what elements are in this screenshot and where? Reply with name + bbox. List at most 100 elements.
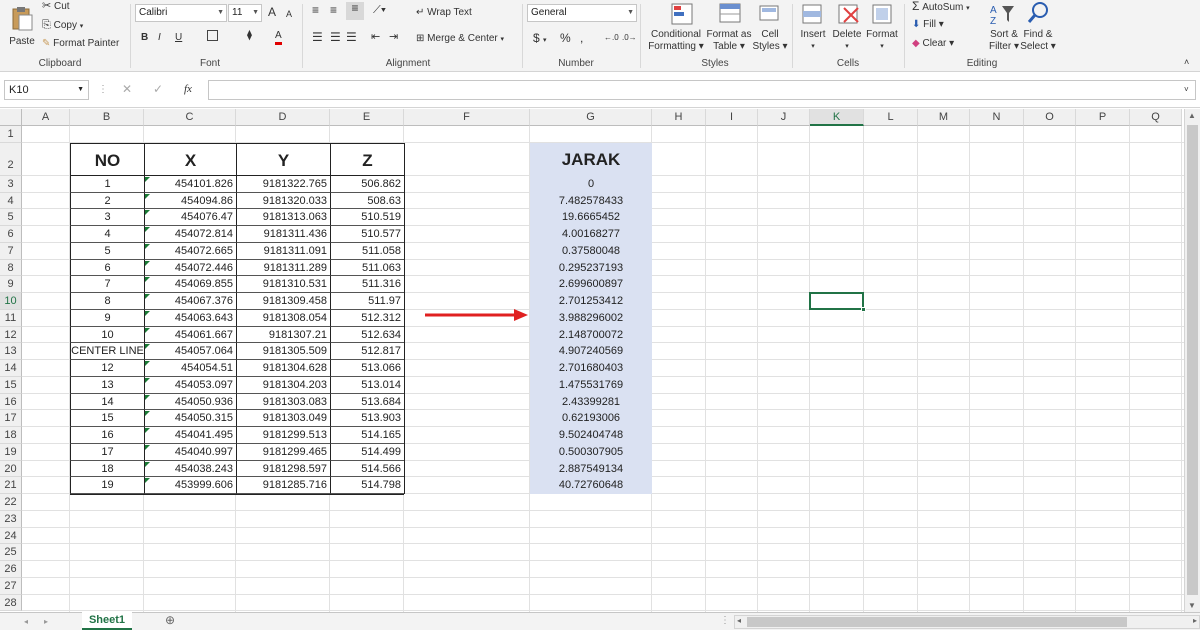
- column-header-k[interactable]: K: [810, 109, 864, 126]
- table-cell-x[interactable]: 454069.855: [144, 276, 236, 293]
- select-all-button[interactable]: [0, 109, 22, 126]
- row-header-6[interactable]: 6: [0, 226, 22, 243]
- table-cell-y[interactable]: 9181299.465: [236, 443, 330, 461]
- row-header-23[interactable]: 23: [0, 510, 22, 528]
- table-cell-y[interactable]: 9181310.531: [236, 276, 330, 293]
- jarak-cell[interactable]: 9.502404748: [530, 427, 652, 444]
- table-cell-no[interactable]: CENTER LINE: [70, 343, 144, 360]
- table-cell-z[interactable]: 514.566: [330, 460, 404, 478]
- merge-center-button[interactable]: ⊞ Merge & Center ▾: [416, 33, 504, 46]
- jarak-cell[interactable]: 2.699600897: [530, 276, 652, 293]
- column-header-f[interactable]: F: [404, 109, 530, 126]
- horizontal-scrollbar[interactable]: ◂ ▸: [734, 615, 1200, 629]
- row-header-20[interactable]: 20: [0, 460, 22, 478]
- table-cell-x[interactable]: 454057.064: [144, 343, 236, 360]
- column-header-l[interactable]: L: [864, 109, 918, 126]
- jarak-cell[interactable]: 2.701680403: [530, 360, 652, 377]
- table-cell-no[interactable]: 4: [70, 226, 144, 243]
- table-cell-y[interactable]: 9181305.509: [236, 343, 330, 360]
- table-cell-y[interactable]: 9181308.054: [236, 309, 330, 327]
- autosum-button[interactable]: Σ AutoSum ▾: [912, 0, 970, 15]
- table-cell-z[interactable]: 514.798: [330, 477, 404, 494]
- table-cell-z[interactable]: 513.684: [330, 393, 404, 411]
- table-cell-no[interactable]: 18: [70, 460, 144, 478]
- table-cell-x[interactable]: 454040.997: [144, 443, 236, 461]
- copy-button[interactable]: ⎘ Copy ▾: [42, 19, 83, 33]
- borders-button[interactable]: [207, 30, 218, 45]
- scroll-down-icon[interactable]: ▼: [1188, 601, 1196, 610]
- comma-button[interactable]: ,: [580, 32, 583, 44]
- jarak-cell[interactable]: 2.701253412: [530, 293, 652, 310]
- jarak-cell[interactable]: 0.37580048: [530, 243, 652, 260]
- table-cell-y[interactable]: 9181298.597: [236, 460, 330, 478]
- table-cell-x[interactable]: 454050.315: [144, 410, 236, 427]
- paste-button[interactable]: Paste: [6, 6, 38, 54]
- row-header-12[interactable]: 12: [0, 326, 22, 344]
- table-cell-x[interactable]: 454063.643: [144, 309, 236, 327]
- jarak-cell[interactable]: 0.62193006: [530, 410, 652, 427]
- table-cell-x[interactable]: 454053.097: [144, 376, 236, 394]
- jarak-cell[interactable]: 4.00168277: [530, 226, 652, 243]
- table-cell-no[interactable]: 9: [70, 309, 144, 327]
- table-cell-no[interactable]: 1: [70, 175, 144, 193]
- row-header-25[interactable]: 25: [0, 544, 22, 561]
- jarak-cell[interactable]: 0: [530, 176, 652, 193]
- table-cell-no[interactable]: 6: [70, 259, 144, 277]
- row-header-27[interactable]: 27: [0, 577, 22, 595]
- add-sheet-icon[interactable]: ⊕: [165, 614, 175, 626]
- table-cell-z[interactable]: 511.97: [330, 293, 404, 310]
- font-name-select[interactable]: Calibri ▼: [135, 4, 227, 22]
- table-cell-z[interactable]: 506.862: [330, 175, 404, 193]
- jarak-cell[interactable]: 1.475531769: [530, 377, 652, 394]
- next-sheet-icon[interactable]: ▸: [44, 616, 48, 628]
- column-header-e[interactable]: E: [330, 109, 404, 126]
- cell-styles-button[interactable]: Cell Styles ▾: [752, 29, 788, 53]
- number-format-select[interactable]: General ▼: [527, 4, 637, 22]
- table-cell-y[interactable]: 9181307.21: [236, 326, 330, 344]
- row-header-4[interactable]: 4: [0, 192, 22, 210]
- align-left-button[interactable]: ☰: [312, 31, 323, 43]
- table-cell-no[interactable]: 15: [70, 410, 144, 427]
- row-header-11[interactable]: 11: [0, 309, 22, 327]
- jarak-cell[interactable]: 7.482578433: [530, 193, 652, 210]
- row-header-1[interactable]: 1: [0, 126, 22, 143]
- table-cell-x[interactable]: 454041.495: [144, 427, 236, 444]
- row-header-9[interactable]: 9: [0, 276, 22, 293]
- align-top-button[interactable]: ≡: [312, 4, 319, 16]
- column-header-b[interactable]: B: [70, 109, 144, 126]
- row-header-16[interactable]: 16: [0, 393, 22, 411]
- bold-button[interactable]: B: [141, 32, 148, 44]
- column-header-p[interactable]: P: [1076, 109, 1130, 126]
- jarak-cell[interactable]: 4.907240569: [530, 343, 652, 360]
- decrease-decimal-button[interactable]: .0→: [622, 32, 637, 44]
- column-header-i[interactable]: I: [706, 109, 758, 126]
- row-header-19[interactable]: 19: [0, 443, 22, 461]
- decrease-indent-button[interactable]: ⇤: [371, 31, 380, 43]
- formula-input[interactable]: [208, 80, 1196, 100]
- table-cell-z[interactable]: 513.014: [330, 376, 404, 394]
- column-header-a[interactable]: A: [22, 109, 70, 126]
- table-header-no[interactable]: NO: [70, 142, 144, 176]
- row-header-8[interactable]: 8: [0, 259, 22, 277]
- row-header-22[interactable]: 22: [0, 494, 22, 511]
- scroll-left-icon[interactable]: ◂: [737, 616, 741, 625]
- collapse-ribbon-icon[interactable]: ˄: [1184, 56, 1189, 68]
- table-cell-x[interactable]: 454101.826: [144, 175, 236, 193]
- table-cell-z[interactable]: 512.312: [330, 309, 404, 327]
- table-cell-no[interactable]: 12: [70, 360, 144, 377]
- align-bottom-button[interactable]: ≡: [346, 2, 364, 20]
- table-cell-z[interactable]: 513.066: [330, 360, 404, 377]
- jarak-cell[interactable]: 2.43399281: [530, 394, 652, 411]
- fill-handle[interactable]: [861, 306, 866, 312]
- cut-button[interactable]: ✂ Cut: [42, 0, 70, 13]
- enter-icon[interactable]: ✓: [153, 83, 163, 95]
- table-cell-x[interactable]: 454038.243: [144, 460, 236, 478]
- row-header-21[interactable]: 21: [0, 477, 22, 494]
- table-cell-z[interactable]: 511.058: [330, 242, 404, 260]
- table-header-y[interactable]: Y: [236, 142, 330, 176]
- name-box[interactable]: K10 ▼: [4, 80, 89, 100]
- table-cell-x[interactable]: 454076.47: [144, 209, 236, 226]
- row-header-5[interactable]: 5: [0, 209, 22, 226]
- table-cell-y[interactable]: 9181309.458: [236, 293, 330, 310]
- worksheet-grid[interactable]: A B C D E F G H I J K L M N O P Q 1 2 3 4 5 6 7 8 9 10 11 12 13 14 15 16…: [0, 109, 1184, 612]
